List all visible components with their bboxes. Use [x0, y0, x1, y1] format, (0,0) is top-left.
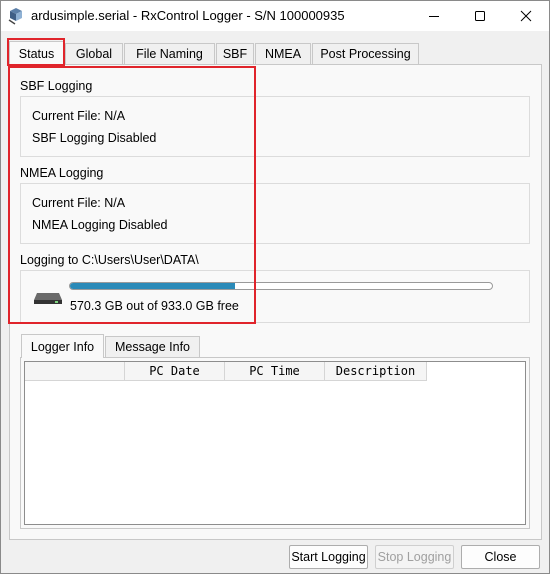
- tab-logger-info[interactable]: Logger Info: [21, 334, 104, 358]
- logger-info-panel: PC Date PC Time Description: [20, 357, 530, 529]
- minimize-icon: [429, 16, 439, 17]
- title-bar: ardusimple.serial - RxControl Logger - S…: [1, 1, 549, 31]
- close-window-button[interactable]: [503, 1, 549, 31]
- app-icon: [8, 8, 22, 25]
- column-header-description[interactable]: Description: [325, 362, 427, 381]
- minimize-button[interactable]: [411, 1, 457, 31]
- close-icon: [520, 10, 532, 22]
- window-title: ardusimple.serial - RxControl Logger - S…: [31, 8, 345, 23]
- column-header-blank[interactable]: [25, 362, 125, 381]
- column-header-pc-date[interactable]: PC Date: [125, 362, 225, 381]
- maximize-button[interactable]: [457, 1, 503, 31]
- logger-info-list[interactable]: PC Date PC Time Description: [24, 361, 526, 525]
- column-header-pc-time[interactable]: PC Time: [225, 362, 325, 381]
- tab-message-info[interactable]: Message Info: [105, 336, 200, 357]
- tab-global[interactable]: Global: [65, 43, 123, 64]
- tab-post-processing[interactable]: Post Processing: [312, 43, 419, 64]
- maximize-icon: [475, 11, 485, 21]
- logger-window: ardusimple.serial - RxControl Logger - S…: [0, 0, 550, 574]
- tab-nmea[interactable]: NMEA: [255, 43, 311, 64]
- tab-file-naming[interactable]: File Naming: [124, 43, 215, 64]
- status-area-highlight: [8, 66, 256, 324]
- start-logging-button[interactable]: Start Logging: [289, 545, 368, 569]
- tab-sbf[interactable]: SBF: [216, 43, 254, 64]
- stop-logging-button[interactable]: Stop Logging: [375, 545, 454, 569]
- close-button[interactable]: Close: [461, 545, 540, 569]
- status-tab-highlight: [7, 38, 65, 66]
